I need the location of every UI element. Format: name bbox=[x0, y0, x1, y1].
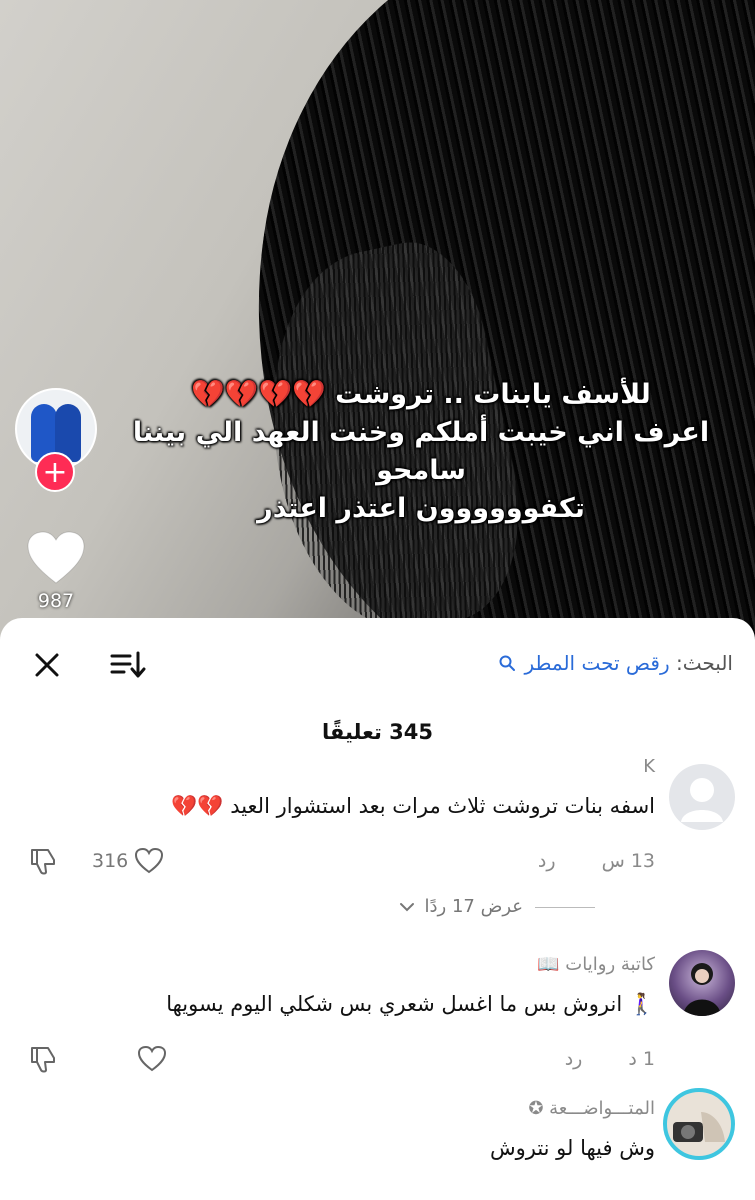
sheet-header: البحث: رقص تحت المطر bbox=[0, 618, 755, 706]
heart-icon bbox=[135, 847, 164, 874]
search-label: البحث: bbox=[676, 651, 733, 675]
commenter-name[interactable]: K bbox=[643, 756, 655, 777]
comment-like-count: 316 bbox=[92, 850, 129, 872]
comment-item: المتـــواضـــعة ✪ وش فيها لو نتروش bbox=[0, 1088, 755, 1200]
comment-text: وش فيها لو نتروش bbox=[489, 1136, 655, 1160]
default-avatar-icon bbox=[681, 778, 723, 822]
comment-item: K اسفه بنات تروشت ثلاث مرات بعد استشوار … bbox=[0, 756, 755, 928]
heart-icon bbox=[137, 1045, 167, 1072]
video-caption: للأسف يابنات .. تروشت 💔💔💔💔 اعرف اني خيبت… bbox=[95, 376, 747, 528]
dislike-icon bbox=[31, 1047, 55, 1073]
comment-like-button[interactable]: 316 bbox=[92, 846, 164, 876]
view-replies-label: عرض 17 ردًا bbox=[424, 896, 524, 917]
avatar-figure bbox=[683, 963, 721, 1016]
comment-text: 🚶‍♀️ انروش بس ما اغسل شعري بس شكلي اليوم… bbox=[166, 992, 655, 1016]
commenter-name[interactable]: المتـــواضـــعة ✪ bbox=[528, 1098, 655, 1119]
video-player[interactable]: للأسف يابنات .. تروشت 💔💔💔💔 اعرف اني خيبت… bbox=[0, 0, 755, 640]
close-button[interactable] bbox=[30, 648, 64, 682]
like-count: 987 bbox=[37, 590, 75, 612]
reply-button[interactable]: رد bbox=[565, 1048, 583, 1070]
reply-button[interactable]: رد bbox=[538, 850, 556, 872]
comment-time: 1 د bbox=[628, 1048, 655, 1070]
commenter-avatar[interactable] bbox=[669, 950, 735, 1016]
comment-meta: 13 س رد bbox=[538, 850, 655, 872]
comment-time: 13 س bbox=[601, 850, 655, 872]
view-replies-button[interactable]: عرض 17 ردًا bbox=[399, 896, 595, 917]
commenter-avatar[interactable] bbox=[669, 764, 735, 830]
sort-icon bbox=[110, 651, 146, 678]
commenter-avatar[interactable] bbox=[663, 1088, 735, 1160]
search-suggestion[interactable]: البحث: رقص تحت المطر bbox=[498, 651, 733, 675]
sort-button[interactable] bbox=[108, 648, 148, 682]
dislike-icon bbox=[31, 849, 55, 875]
comments-count: 345 تعليقًا bbox=[321, 720, 434, 744]
caption-line: تكفوووووون اعتذر اعتذر bbox=[257, 493, 585, 524]
heart-icon bbox=[27, 531, 85, 584]
search-icon bbox=[499, 655, 516, 671]
comment-dislike-button[interactable] bbox=[26, 1044, 60, 1074]
comment-dislike-button[interactable] bbox=[26, 846, 60, 876]
caption-line: اعرف اني خيبت أملكم وخنت العهد الي بيننا… bbox=[132, 417, 710, 486]
close-icon bbox=[35, 653, 59, 677]
comment-item: كاتبة روايات 📖 🚶‍♀️ انروش بس ما اغسل شعر… bbox=[0, 948, 755, 1078]
follow-button[interactable]: + bbox=[35, 452, 75, 492]
comment-meta: 1 د رد bbox=[565, 1048, 655, 1070]
comments-sheet: البحث: رقص تحت المطر 345 تعليقًا K اسفه … bbox=[0, 618, 755, 1200]
comment-text: اسفه بنات تروشت ثلاث مرات بعد استشوار ال… bbox=[171, 794, 655, 818]
commenter-name[interactable]: كاتبة روايات 📖 bbox=[537, 954, 655, 975]
comment-like-button[interactable] bbox=[92, 1044, 167, 1074]
caption-line: للأسف يابنات .. تروشت 💔💔💔💔 bbox=[191, 379, 651, 410]
like-button[interactable] bbox=[26, 530, 86, 586]
search-query[interactable]: رقص تحت المطر bbox=[524, 651, 669, 675]
plus-icon: + bbox=[42, 455, 68, 490]
avatar-photo bbox=[673, 1112, 725, 1142]
replies-divider bbox=[535, 906, 595, 908]
chevron-down-icon bbox=[399, 903, 414, 912]
